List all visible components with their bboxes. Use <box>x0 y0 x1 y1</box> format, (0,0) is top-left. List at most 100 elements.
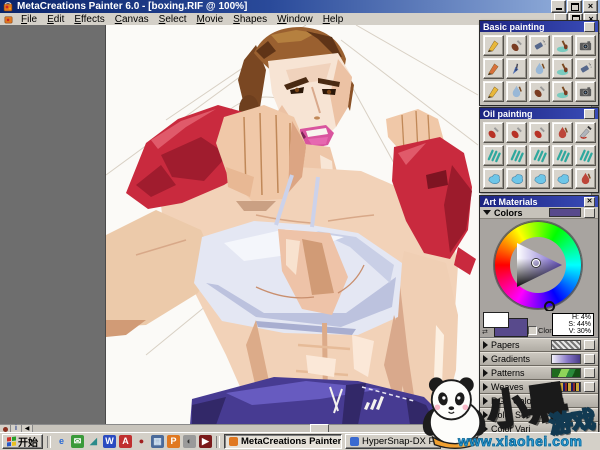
quick-launch-bar: e ✉ ◢ W A ● ▦ P ◐ ▶ <box>55 435 212 448</box>
palette-section-gradients[interactable]: Gradients <box>480 352 598 366</box>
knife-icon <box>579 125 592 139</box>
palette-section-patterns[interactable]: Patterns <box>480 366 598 380</box>
tool-water-3[interactable] <box>551 81 573 102</box>
palette-art-titlebar[interactable]: Art Materials ✕ <box>480 196 598 207</box>
menu-canvas[interactable]: Canvas <box>110 14 154 25</box>
tool-airbrush-2[interactable] <box>574 58 596 79</box>
brush-icon <box>511 40 522 52</box>
tool-palette-knife[interactable] <box>574 122 596 143</box>
section-label: RGB Color <box>491 396 535 406</box>
menu-edit[interactable]: Edit <box>42 14 69 25</box>
tool-pen[interactable] <box>505 58 527 79</box>
section-label: Patterns <box>491 368 525 378</box>
tool-oil-brush-3[interactable] <box>528 122 550 143</box>
close-button[interactable]: × <box>583 0 598 13</box>
chevron-right-icon <box>483 383 488 391</box>
palette-section-color-set[interactable]: Color Set <box>480 408 598 422</box>
menu-select[interactable]: Select <box>154 14 192 25</box>
tool-water-2[interactable] <box>551 58 573 79</box>
window-shade-icon[interactable] <box>584 354 595 364</box>
quicklaunch-painter-icon[interactable]: P <box>167 435 180 448</box>
menu-shapes[interactable]: Shapes <box>228 14 272 25</box>
tool-brush[interactable] <box>505 35 527 56</box>
tool-colored-pencil[interactable] <box>482 58 504 79</box>
tool-pencil-2[interactable] <box>482 81 504 102</box>
front-color-swatch[interactable] <box>483 312 509 328</box>
tool-oil-strokes-5[interactable] <box>574 145 596 166</box>
tool-oil-brush-1[interactable] <box>482 122 504 143</box>
quicklaunch-media-icon[interactable]: ▶ <box>199 435 212 448</box>
taskbar-task-0[interactable]: MetaCreations Painter 6.... <box>224 434 342 449</box>
window-shade-icon[interactable] <box>584 368 595 378</box>
section-label: Color Set <box>491 410 529 420</box>
palette-section-weaves[interactable]: Weaves <box>480 380 598 394</box>
tool-drip-brush[interactable] <box>528 58 550 79</box>
tool-brush-2[interactable] <box>528 81 550 102</box>
menu-file[interactable]: File <box>16 14 42 25</box>
quicklaunch-camera-icon[interactable]: ◐ <box>183 435 196 448</box>
tool-drip-2[interactable] <box>505 81 527 102</box>
tool-oil-brush-2[interactable] <box>505 122 527 143</box>
start-button[interactable]: 开始 <box>2 434 43 449</box>
pencil-icon <box>487 40 499 53</box>
tool-camera-2[interactable] <box>574 81 596 102</box>
brush-icon <box>534 86 545 98</box>
tool-camera[interactable] <box>574 35 596 56</box>
window-shade-icon[interactable] <box>584 207 595 218</box>
taskbar-task-1[interactable]: HyperSnap-DX Pro <box>345 434 441 449</box>
quicklaunch-photoshop-icon[interactable]: ▦ <box>151 435 164 448</box>
tool-oil-strokes-4[interactable] <box>551 145 573 166</box>
section-swatch <box>551 368 581 378</box>
section-label: Weaves <box>491 382 524 392</box>
palette-section-rgb-color[interactable]: RGB Color <box>480 394 598 408</box>
chevron-down-icon <box>483 210 491 215</box>
quicklaunch-mail-icon[interactable]: ✉ <box>71 435 84 448</box>
airbrush-icon <box>580 62 592 73</box>
minimize-button[interactable] <box>551 0 566 13</box>
tool-water-brush[interactable] <box>551 35 573 56</box>
tool-oil-strokes-3[interactable] <box>528 145 550 166</box>
palette-collapse-icon[interactable] <box>584 21 595 32</box>
quicklaunch-ie-icon[interactable]: e <box>55 435 68 448</box>
tool-oil-blob-2[interactable] <box>505 168 527 189</box>
colors-section-header[interactable]: Colors <box>480 207 598 219</box>
palette-art-title: Art Materials <box>483 196 538 207</box>
quicklaunch-show-desktop-icon[interactable]: ◢ <box>87 435 100 448</box>
palette-close-icon[interactable]: ✕ <box>584 196 595 207</box>
quicklaunch-realplayer-icon[interactable]: ● <box>135 435 148 448</box>
tool-oil-drip[interactable] <box>551 122 573 143</box>
window-shade-icon[interactable] <box>584 382 595 392</box>
palette-collapse-icon[interactable] <box>584 108 595 119</box>
window-shade-icon[interactable] <box>584 340 595 350</box>
pencil-icon <box>487 63 499 76</box>
menu-window[interactable]: Window <box>272 14 318 25</box>
palette-oil-titlebar[interactable]: Oil painting <box>480 108 598 119</box>
palette-oil-title: Oil painting <box>483 108 533 119</box>
tool-oil-blob-3[interactable] <box>528 168 550 189</box>
menu-movie[interactable]: Movie <box>191 14 228 25</box>
tool-oil-blob-1[interactable] <box>482 168 504 189</box>
menu-effects[interactable]: Effects <box>69 14 109 25</box>
current-color-swatch <box>549 208 581 217</box>
palette-section-papers[interactable]: Papers <box>480 338 598 352</box>
strokes-icon <box>579 149 593 163</box>
windows-flag-icon <box>7 436 16 447</box>
desktop-screen: MetaCreations Painter 6.0 - [boxing.RIF … <box>0 0 600 450</box>
tool-oil-strokes-1[interactable] <box>482 145 504 166</box>
swap-colors-icon[interactable]: ⇄ <box>482 329 488 336</box>
quicklaunch-acrobat-icon[interactable]: A <box>119 435 132 448</box>
tool-oil-blob-4[interactable] <box>551 168 573 189</box>
tool-pencil[interactable] <box>482 35 504 56</box>
tool-oil-strokes-2[interactable] <box>505 145 527 166</box>
task-label: MetaCreations Painter 6.... <box>241 436 342 447</box>
restore-button[interactable] <box>567 0 582 13</box>
blob-icon <box>557 174 569 184</box>
menu-help[interactable]: Help <box>318 14 349 25</box>
brush-icon <box>511 127 522 139</box>
tool-airbrush[interactable] <box>528 35 550 56</box>
tool-oil-drip-2[interactable] <box>574 168 596 189</box>
palette-basic-titlebar[interactable]: Basic painting <box>480 21 598 32</box>
quicklaunch-word-icon[interactable]: W <box>103 435 116 448</box>
clone-color-checkbox[interactable] <box>528 326 537 335</box>
sv-marker[interactable] <box>532 259 540 267</box>
